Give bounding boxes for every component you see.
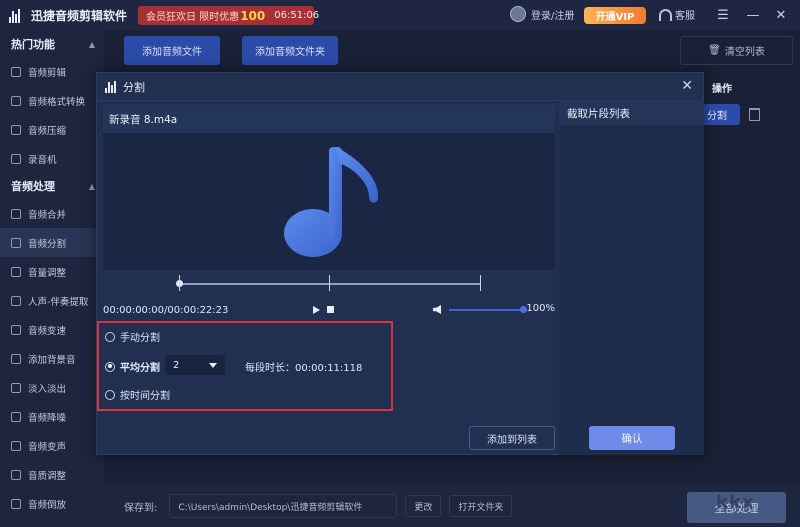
sidebar-item-fade[interactable]: 淡入淡出 [0, 373, 104, 402]
reverse-icon [11, 498, 21, 509]
radio-manual[interactable] [105, 331, 115, 342]
login-button[interactable]: 登录/注册 [510, 6, 574, 22]
promo-number: 100 [240, 8, 266, 23]
sidebar-item-audio-edit[interactable]: 音频剪辑 [0, 57, 104, 86]
music-add-icon [11, 353, 21, 364]
split-options-box: 手动分割 平均分割 2 每段时长：00:00:11:118 按时间分割 [97, 321, 393, 411]
section-audio-processing[interactable]: 音频处理 ▲ [0, 173, 104, 199]
radio-by-time[interactable] [105, 389, 115, 400]
sidebar-item-merge[interactable]: 音频合并 [0, 199, 104, 228]
split-count-select[interactable]: 2 [165, 355, 225, 375]
split-dialog: 分割 ✕ 新录音 8.m4a 00:00:00:00/00:00:22:23 1… [96, 72, 704, 455]
volume-slider[interactable] [449, 309, 523, 311]
service-label: 客服 [675, 11, 695, 22]
recorder-icon [11, 153, 21, 164]
app-logo-icon [105, 80, 117, 93]
sidebar-item-format-convert[interactable]: 音频格式转换 [0, 86, 104, 115]
compress-icon [11, 124, 21, 135]
timeline-marker-mid[interactable] [329, 275, 330, 291]
title-bar: 迅捷音频剪辑软件 会员狂欢日 限时优惠 100 06:51:06 登录/注册 开… [0, 0, 800, 31]
option-manual-split[interactable]: 手动分割 [105, 329, 160, 344]
chevron-down-icon [209, 363, 217, 368]
add-file-button[interactable]: 添加音频文件 [124, 36, 220, 65]
vocal-icon [11, 295, 21, 306]
merge-icon [11, 208, 21, 219]
promo-timer: 06:51:06 [274, 10, 320, 21]
convert-icon [11, 95, 21, 106]
app-title: 迅捷音频剪辑软件 [31, 9, 128, 23]
scissors-icon [11, 66, 21, 77]
quality-icon [11, 469, 21, 480]
minimize-icon[interactable]: — [743, 5, 763, 25]
open-folder-button[interactable]: 打开文件夹 [449, 495, 513, 517]
vip-button[interactable]: 开通VIP [584, 7, 646, 24]
save-path-field[interactable]: C:\Users\admin\Desktop\迅捷音频剪辑软件 [169, 494, 398, 518]
stop-icon[interactable] [327, 306, 334, 313]
timeline-marker-start[interactable] [179, 275, 180, 291]
add-folder-button[interactable]: 添加音频文件夹 [242, 36, 338, 65]
speaker-icon[interactable] [433, 305, 441, 314]
close-icon[interactable]: ✕ [771, 5, 791, 25]
music-note-icon [284, 147, 379, 257]
timeline-track[interactable] [176, 275, 481, 291]
denoise-icon [11, 411, 21, 422]
clip-list-title: 截取片段列表 [559, 101, 704, 125]
clear-list-button[interactable]: 🗑 清空列表 [680, 36, 793, 65]
option-time-split[interactable]: 按时间分割 [105, 387, 170, 402]
promo-text: 会员狂欢日 限时优惠 [146, 12, 240, 23]
chevron-up-icon: ▲ [88, 39, 95, 49]
section-hot-features[interactable]: 热门功能 ▲ [0, 31, 104, 57]
sidebar-item-compress[interactable]: 音频压缩 [0, 115, 104, 144]
trash-icon: 🗑 [708, 45, 721, 56]
volume-icon [11, 266, 21, 277]
sidebar: 热门功能 ▲ 音频剪辑 音频格式转换 音频压缩 录音机 音频处理 ▲ 音频合并 … [0, 31, 104, 527]
sidebar-item-voice-change[interactable]: 音频变声 [0, 431, 104, 460]
login-label: 登录/注册 [531, 10, 575, 22]
play-icon[interactable] [313, 306, 320, 314]
confirm-button[interactable]: 确认 [589, 426, 675, 450]
speed-icon [11, 324, 21, 335]
sidebar-item-denoise[interactable]: 音频降噪 [0, 402, 104, 431]
fade-icon [11, 382, 21, 393]
avatar-icon [510, 6, 526, 22]
sidebar-item-bg-music[interactable]: 添加背景音 [0, 344, 104, 373]
voice-change-icon [11, 440, 21, 451]
sidebar-item-speed[interactable]: 音频变速 [0, 315, 104, 344]
dialog-close-icon[interactable]: ✕ [681, 78, 693, 94]
app-logo-icon [9, 8, 23, 23]
row-delete-icon[interactable] [749, 108, 760, 121]
radio-average[interactable] [105, 361, 115, 372]
save-label: 保存到: [124, 502, 158, 514]
ops-column-header: 操作 [712, 84, 732, 95]
chevron-up-icon: ▲ [88, 181, 95, 191]
sidebar-item-recorder[interactable]: 录音机 [0, 144, 104, 173]
menu-icon[interactable]: ☰ [713, 5, 733, 25]
option-average-split[interactable]: 平均分割 [105, 359, 160, 374]
timeline-marker-end[interactable] [480, 275, 481, 291]
headset-icon [659, 8, 672, 21]
sidebar-item-volume[interactable]: 音量调整 [0, 257, 104, 286]
dialog-title: 分割 [123, 80, 145, 94]
clip-list-panel: 截取片段列表 [559, 101, 704, 455]
sidebar-item-reverse[interactable]: 音频倒放 [0, 489, 104, 518]
sidebar-item-quality[interactable]: 音质调整 [0, 460, 104, 489]
add-to-list-button[interactable]: 添加到列表 [469, 426, 555, 450]
promo-banner[interactable]: 会员狂欢日 限时优惠 100 06:51:06 [138, 6, 319, 25]
change-path-button[interactable]: 更改 [405, 495, 442, 517]
audio-preview: 新录音 8.m4a [103, 105, 555, 291]
watermark: kkx [716, 492, 755, 513]
time-display: 00:00:00:00/00:00:22:23 [103, 304, 229, 316]
segment-duration: 每段时长：00:00:11:118 [245, 363, 363, 374]
service-button[interactable]: 客服 [659, 7, 695, 22]
sidebar-item-vocal-extract[interactable]: 人声-伴奏提取 [0, 286, 104, 315]
volume-percent: 100% [526, 303, 555, 314]
split-icon [11, 237, 21, 248]
dialog-header: 分割 ✕ [97, 73, 703, 101]
file-name: 新录音 8.m4a [103, 105, 555, 133]
player-controls: 00:00:00:00/00:00:22:23 100% [103, 302, 555, 318]
sidebar-item-split[interactable]: 音频分割 [0, 228, 104, 257]
